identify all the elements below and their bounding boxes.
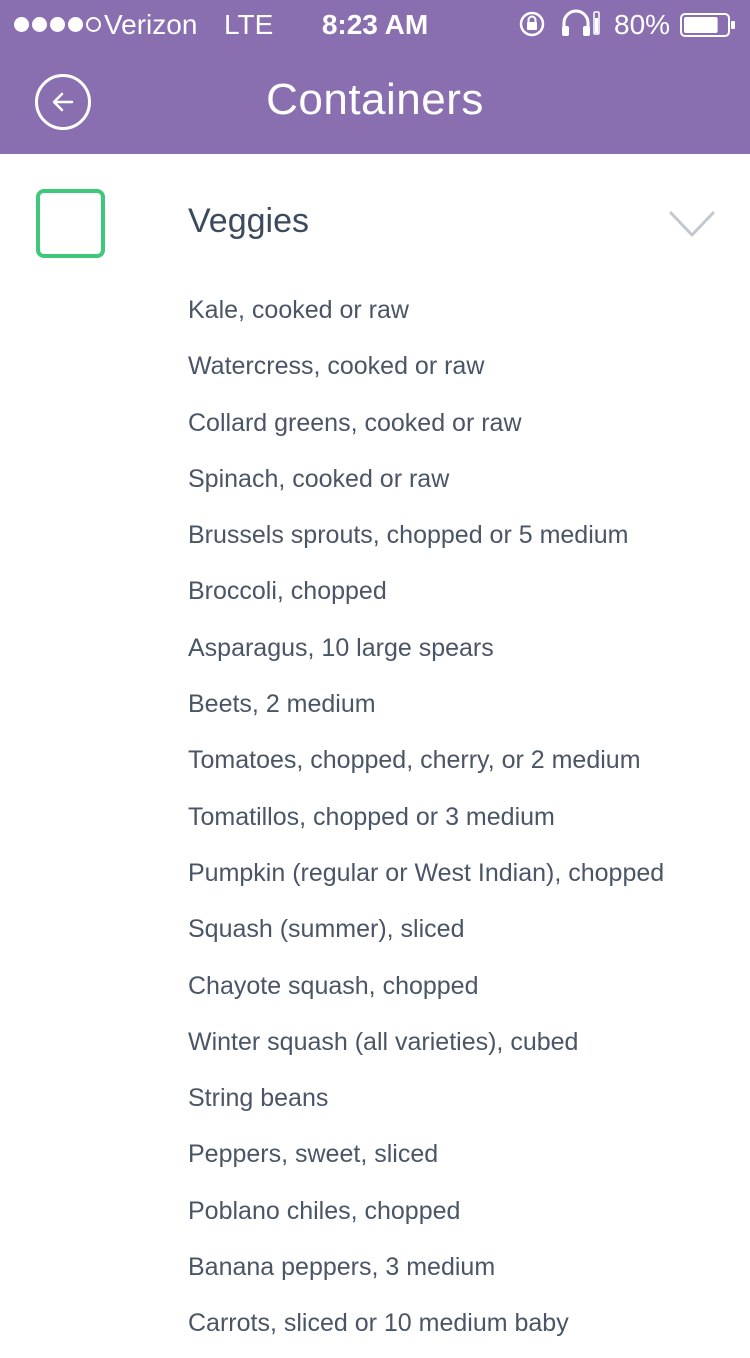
food-list: Kale, cooked or raw Watercress, cooked o… xyxy=(188,288,664,1358)
list-item: Peppers, sweet, sliced xyxy=(188,1140,439,1169)
list-item: Squash (summer), sliced xyxy=(188,915,465,944)
battery-percentage: 80% xyxy=(614,9,671,40)
list-item: Broccoli, chopped xyxy=(188,577,387,606)
list-item: Pumpkin (regular or West Indian), choppe… xyxy=(188,858,665,887)
app-header: Verizon LTE 8:23 AM 80% Containers xyxy=(0,0,750,154)
headphones-icon xyxy=(562,9,600,36)
list-item: Collard greens, cooked or raw xyxy=(188,408,522,437)
list-item: Beets, 2 medium xyxy=(188,690,376,719)
list-item: Spinach, cooked or raw xyxy=(188,464,450,493)
list-item: Banana peppers, 3 medium xyxy=(188,1253,496,1282)
list-item: Brussels sprouts, chopped or 5 medium xyxy=(188,521,629,550)
list-item: Tomatoes, chopped, cherry, or 2 medium xyxy=(188,746,641,775)
list-item: String beans xyxy=(188,1084,329,1113)
list-item: Watercress, cooked or raw xyxy=(188,352,485,381)
page-title: Containers xyxy=(266,75,484,124)
section-title[interactable]: Veggies xyxy=(188,202,309,241)
list-item: Kale, cooked or raw xyxy=(188,296,409,324)
chevron-down-icon[interactable] xyxy=(668,206,716,242)
list-item: Chayote squash, chopped xyxy=(188,971,479,1000)
list-item: Winter squash (all varieties), cubed xyxy=(188,1027,579,1056)
list-item: Tomatillos, chopped or 3 medium xyxy=(188,802,555,831)
container-checkbox[interactable] xyxy=(36,189,105,258)
list-item: Asparagus, 10 large spears xyxy=(188,633,494,662)
rotation-lock-icon xyxy=(519,11,545,37)
battery-icon xyxy=(680,13,735,37)
list-item: Carrots, sliced or 10 medium baby xyxy=(188,1309,569,1338)
list-item: Poblano chiles, chopped xyxy=(188,1196,461,1225)
status-bar: Verizon LTE 8:23 AM 80% xyxy=(0,0,750,52)
